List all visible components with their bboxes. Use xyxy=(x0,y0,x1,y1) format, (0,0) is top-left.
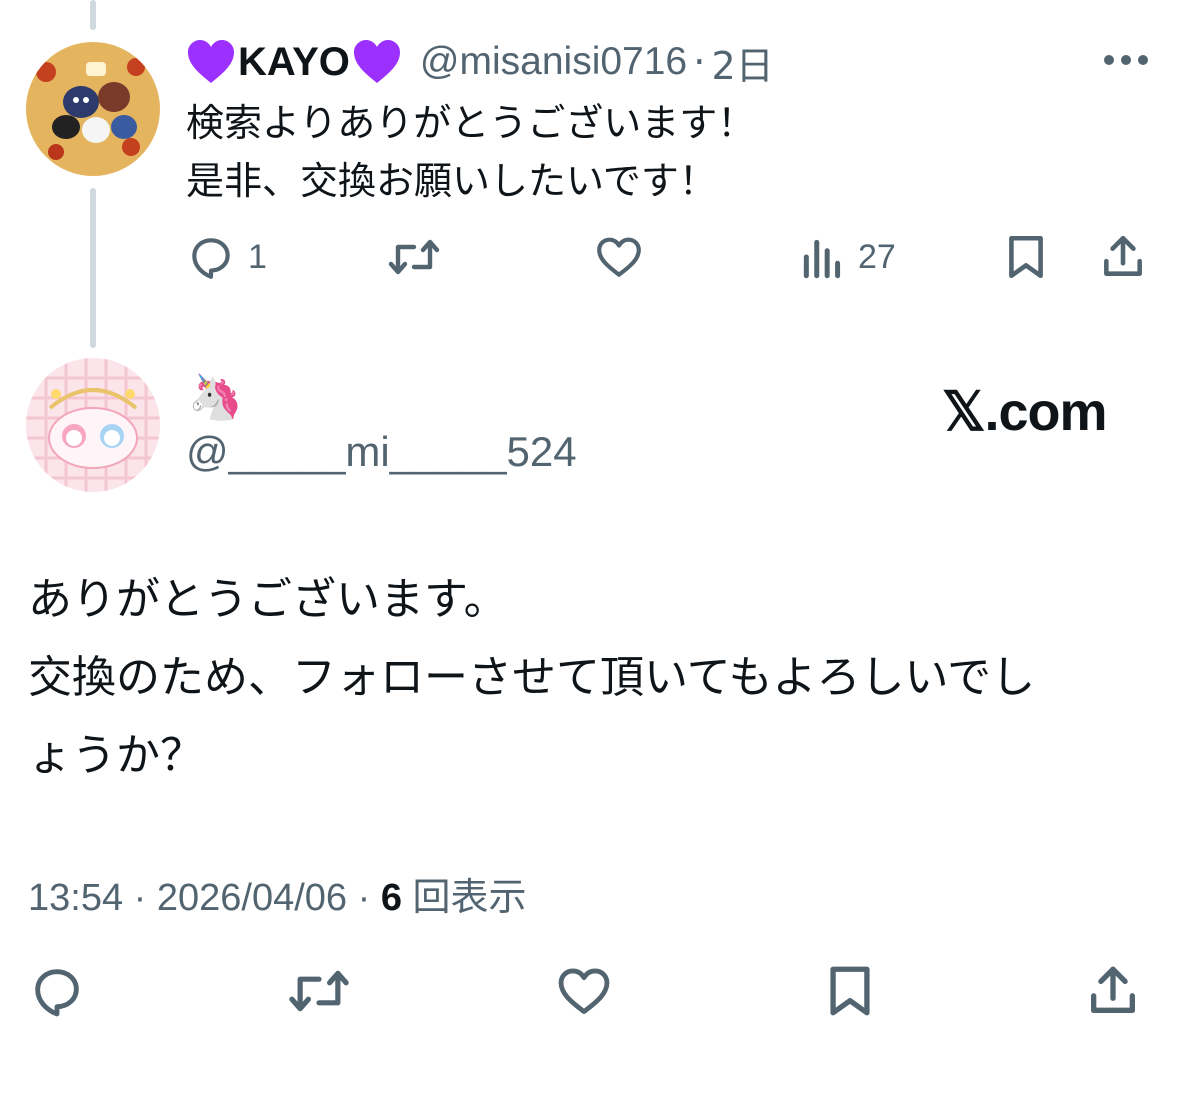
like-icon xyxy=(558,968,610,1014)
post-date[interactable]: 2026/04/06 xyxy=(157,877,347,919)
bookmark-icon xyxy=(1009,235,1043,279)
reply-avatar[interactable] xyxy=(26,42,160,176)
thread-line xyxy=(90,188,96,348)
reply-header: KAYO @misanisi0716 · 2日 xyxy=(186,34,774,90)
purple-heart-icon xyxy=(188,40,234,83)
bookmark-icon xyxy=(830,966,870,1016)
reply-count: 1 xyxy=(248,237,267,276)
post-text-line: 交換のため、フォローさせて頂いてもよろしいでし xyxy=(28,652,1036,703)
post-action-bookmark[interactable] xyxy=(824,962,876,1020)
reply-action-share[interactable] xyxy=(1098,232,1148,282)
reply-display-name[interactable]: KAYO xyxy=(238,40,350,85)
post-action-retweet[interactable] xyxy=(286,962,352,1020)
share-icon xyxy=(1091,966,1135,1013)
post-action-share[interactable] xyxy=(1084,962,1142,1020)
reply-action-retweet[interactable] xyxy=(386,232,442,282)
x-com-watermark: 𝕏.com xyxy=(942,382,1108,442)
views-icon xyxy=(803,239,841,279)
thread-line-top xyxy=(90,0,96,30)
post-handle[interactable]: @_____mi_____524 xyxy=(186,428,577,476)
post-display-name[interactable]: 🦄 xyxy=(188,372,243,424)
reply-time[interactable]: 2日 xyxy=(712,35,774,90)
post-text-line: ょうか？ xyxy=(28,730,204,781)
reply-text-line: 是非、交換お願いしたいです！ xyxy=(186,159,717,203)
post-text-line: ありがとうございます。 xyxy=(28,574,508,625)
reply-handle[interactable]: @misanisi0716 xyxy=(420,40,687,84)
post-action-like[interactable] xyxy=(554,962,614,1020)
retweet-icon xyxy=(388,239,440,275)
reply-views-count: 27 xyxy=(858,237,896,276)
share-icon xyxy=(1104,235,1142,276)
reply-action-views[interactable]: 27 xyxy=(800,232,896,282)
reply-icon xyxy=(35,969,79,1017)
more-icon[interactable] xyxy=(1104,55,1148,67)
post-views-count: 6 xyxy=(380,877,402,919)
like-icon xyxy=(597,237,641,277)
post-action-reply[interactable] xyxy=(28,962,86,1020)
separator: · xyxy=(693,39,706,85)
post-avatar[interactable] xyxy=(26,358,160,492)
post-timestamp-row: 13:54 · 2026/04/06 · 6 回表示 xyxy=(28,866,527,921)
retweet-icon xyxy=(289,970,349,1012)
reply-action-like[interactable] xyxy=(594,232,644,282)
separator: · xyxy=(357,877,371,919)
reply-text-line: 検索よりありがとうございます！ xyxy=(186,101,756,145)
reply-action-reply[interactable]: 1 xyxy=(186,232,267,282)
purple-heart-icon xyxy=(353,40,400,83)
reply-icon xyxy=(192,238,230,279)
post-views-label: 回表示 xyxy=(412,877,527,919)
separator: · xyxy=(133,877,147,919)
post-time[interactable]: 13:54 xyxy=(28,877,123,919)
reply-action-bookmark[interactable] xyxy=(1004,232,1048,282)
